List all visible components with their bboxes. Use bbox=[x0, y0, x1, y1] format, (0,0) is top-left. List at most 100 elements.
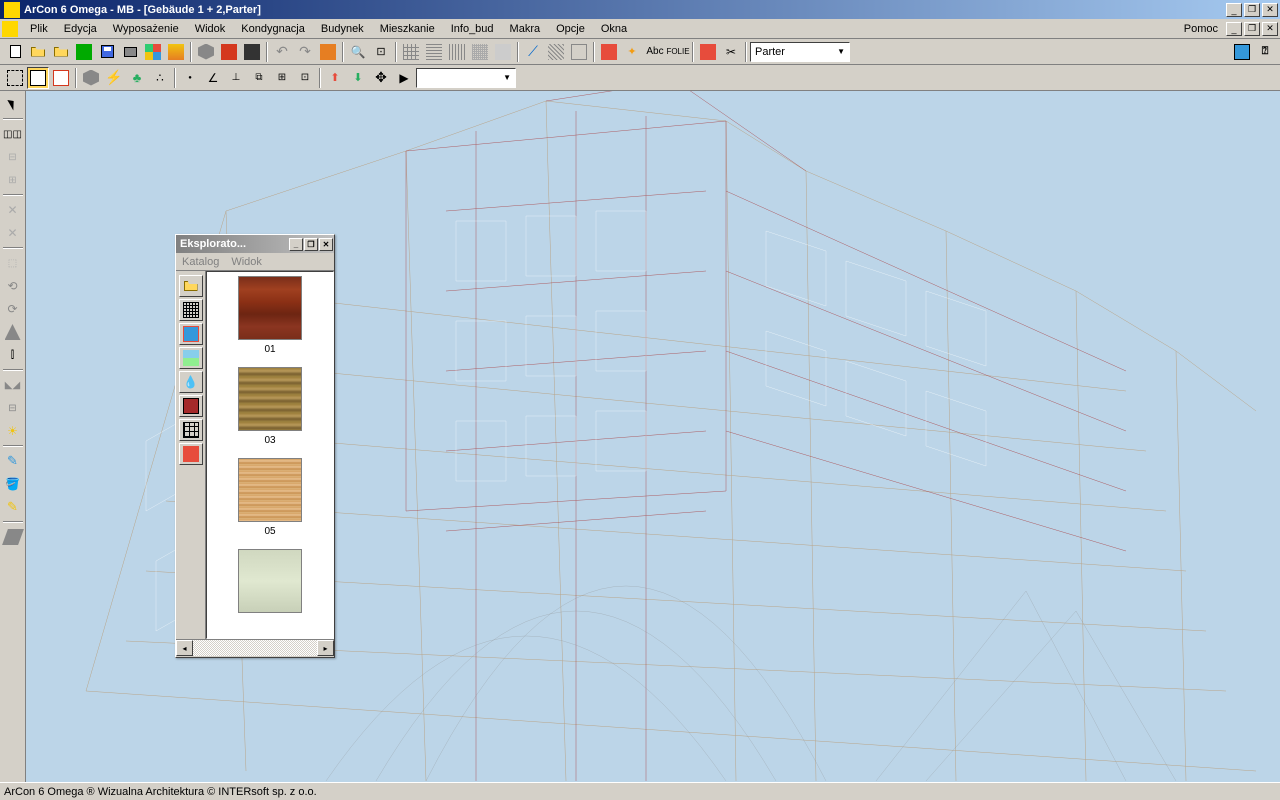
zoom-button[interactable]: 🔍 bbox=[347, 41, 369, 63]
grid1-button[interactable] bbox=[400, 41, 422, 63]
pencil-tool[interactable]: ✎ bbox=[2, 450, 24, 472]
layers-button[interactable] bbox=[165, 41, 187, 63]
explorer-close-button[interactable]: ✕ bbox=[319, 238, 333, 251]
folder-icon[interactable] bbox=[179, 275, 203, 297]
mdi-minimize-button[interactable]: _ bbox=[1226, 22, 1242, 36]
snap4-button[interactable]: ⊡ bbox=[294, 67, 316, 89]
window-icon[interactable] bbox=[179, 419, 203, 441]
walk-button[interactable] bbox=[218, 41, 240, 63]
material-icon[interactable] bbox=[179, 443, 203, 465]
grid-icon[interactable] bbox=[179, 299, 203, 321]
distribute-tool[interactable]: ⊞ bbox=[2, 169, 24, 191]
object-button[interactable] bbox=[317, 41, 339, 63]
texture-item[interactable]: 03 bbox=[211, 367, 329, 446]
mdi-close-button[interactable]: ✕ bbox=[1262, 22, 1278, 36]
tiles-button[interactable] bbox=[142, 41, 164, 63]
spark-button[interactable]: ✦ bbox=[621, 41, 643, 63]
object-select[interactable]: ▼ bbox=[416, 68, 516, 88]
particle-button[interactable]: ∴ bbox=[149, 67, 171, 89]
menu-widok[interactable]: Widok bbox=[187, 21, 234, 37]
hatch-button[interactable] bbox=[545, 41, 567, 63]
landscape-icon[interactable] bbox=[179, 347, 203, 369]
revolve-tool[interactable]: ⟳ bbox=[2, 298, 24, 320]
explorer-hscrollbar[interactable]: ◂ ▸ bbox=[176, 639, 334, 656]
menu-pomoc[interactable]: Pomoc bbox=[1176, 21, 1226, 37]
menu-wyposazenie[interactable]: Wyposażenie bbox=[105, 21, 187, 37]
profile-tool[interactable]: ⫿ bbox=[2, 344, 24, 366]
isometric-button[interactable] bbox=[195, 41, 217, 63]
menu-kondygnacja[interactable]: Kondygnacja bbox=[233, 21, 313, 37]
bolt-button[interactable]: ⚡ bbox=[103, 67, 125, 89]
snap1-button[interactable]: ⊥ bbox=[225, 67, 247, 89]
cursor-tool[interactable] bbox=[2, 93, 24, 115]
scroll-left-button[interactable]: ◂ bbox=[176, 640, 193, 656]
close-button[interactable]: ✕ bbox=[1262, 3, 1278, 17]
measure-button[interactable]: ✂ bbox=[720, 41, 742, 63]
frame-button[interactable] bbox=[568, 41, 590, 63]
grid2-button[interactable] bbox=[423, 41, 445, 63]
grid4-button[interactable] bbox=[469, 41, 491, 63]
book-button[interactable] bbox=[1231, 41, 1253, 63]
angle-button[interactable]: ∠ bbox=[202, 67, 224, 89]
play-button[interactable]: ▶ bbox=[393, 67, 415, 89]
texture-item[interactable]: 05 bbox=[211, 458, 329, 537]
mirror-tool[interactable]: ◣◢ bbox=[2, 374, 24, 396]
snap2-button[interactable]: ⧉ bbox=[248, 67, 270, 89]
explorer-content[interactable]: 01 03 05 bbox=[206, 271, 334, 639]
open-button[interactable] bbox=[27, 41, 49, 63]
cone-tool[interactable] bbox=[2, 321, 24, 343]
dropper-icon[interactable]: 💧 bbox=[179, 371, 203, 393]
explorer-maximize-button[interactable]: ❐ bbox=[304, 238, 318, 251]
floor-select[interactable]: Parter ▼ bbox=[750, 42, 850, 62]
menu-makra[interactable]: Makra bbox=[502, 21, 549, 37]
cross-tool[interactable]: ✕ bbox=[2, 222, 24, 244]
section-tool[interactable]: ⊟ bbox=[2, 397, 24, 419]
camera-button[interactable] bbox=[241, 41, 263, 63]
undo-button[interactable]: ↶ bbox=[271, 41, 293, 63]
light-tool[interactable]: ☀ bbox=[2, 420, 24, 442]
grid5-button[interactable] bbox=[492, 41, 514, 63]
rotate-tool[interactable]: ⟲ bbox=[2, 275, 24, 297]
texture-item[interactable]: 01 bbox=[211, 276, 329, 355]
move-button[interactable]: ✥ bbox=[370, 67, 392, 89]
new-button[interactable] bbox=[4, 41, 26, 63]
dot-button[interactable]: ● bbox=[179, 67, 201, 89]
up-button[interactable]: ⬆ bbox=[324, 67, 346, 89]
folie-button[interactable]: FOLIE bbox=[667, 41, 689, 63]
plan-button[interactable] bbox=[50, 67, 72, 89]
fit-button[interactable]: ⊡ bbox=[370, 41, 392, 63]
brush-button[interactable]: ⟋ bbox=[522, 41, 544, 63]
scroll-track[interactable] bbox=[193, 640, 317, 656]
print-button[interactable] bbox=[119, 41, 141, 63]
marker-tool[interactable]: ✎ bbox=[2, 496, 24, 518]
menu-plik[interactable]: Plik bbox=[22, 21, 56, 37]
plugin-button[interactable] bbox=[697, 41, 719, 63]
extrude-tool[interactable]: ⬚ bbox=[2, 252, 24, 274]
fill-tool[interactable]: 🪣 bbox=[2, 473, 24, 495]
import-button[interactable] bbox=[73, 41, 95, 63]
color-button[interactable] bbox=[598, 41, 620, 63]
minimize-button[interactable]: _ bbox=[1226, 3, 1242, 17]
group-tool[interactable]: ◫◫ bbox=[2, 123, 24, 145]
select-mode-button[interactable] bbox=[4, 67, 26, 89]
text-button[interactable]: Abc bbox=[644, 41, 666, 63]
mdi-maximize-button[interactable]: ❐ bbox=[1244, 22, 1260, 36]
view-mode-button[interactable] bbox=[27, 67, 49, 89]
menu-infobud[interactable]: Info_bud bbox=[443, 21, 502, 37]
texture-icon[interactable] bbox=[179, 323, 203, 345]
open2-button[interactable] bbox=[50, 41, 72, 63]
menu-okna[interactable]: Okna bbox=[593, 21, 635, 37]
tree-button[interactable]: ♣ bbox=[126, 67, 148, 89]
align-tool[interactable]: ⊟ bbox=[2, 146, 24, 168]
scroll-right-button[interactable]: ▸ bbox=[317, 640, 334, 656]
explorer-menu-katalog[interactable]: Katalog bbox=[176, 254, 225, 270]
menu-opcje[interactable]: Opcje bbox=[548, 21, 593, 37]
grid3-button[interactable] bbox=[446, 41, 468, 63]
cube-button[interactable] bbox=[80, 67, 102, 89]
maximize-button[interactable]: ❐ bbox=[1244, 3, 1260, 17]
explorer-titlebar[interactable]: Eksplorato... _ ❐ ✕ bbox=[176, 235, 334, 253]
help-button[interactable]: ⍰ bbox=[1254, 41, 1276, 63]
redo-button[interactable]: ↷ bbox=[294, 41, 316, 63]
explorer-menu-widok[interactable]: Widok bbox=[225, 254, 268, 270]
menu-edycja[interactable]: Edycja bbox=[56, 21, 105, 37]
